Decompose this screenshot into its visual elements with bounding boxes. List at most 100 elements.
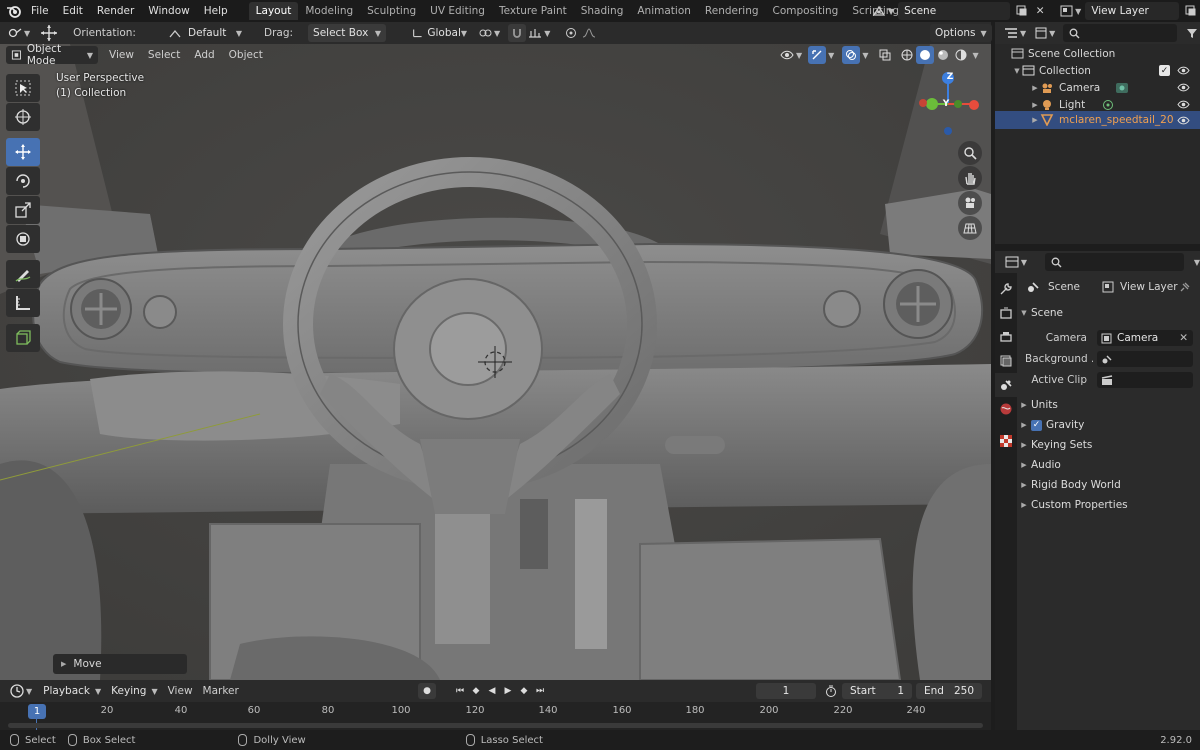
tab-tool[interactable]	[995, 277, 1017, 301]
editor-type-icon[interactable]	[6, 24, 24, 42]
properties-search-input[interactable]	[1045, 253, 1184, 271]
close-icon[interactable]: ✕	[1179, 332, 1188, 344]
pin-icon[interactable]	[1179, 282, 1190, 293]
measure-tool[interactable]	[6, 289, 40, 317]
tab-texture[interactable]	[995, 429, 1017, 453]
proportional-edit-icon[interactable]	[562, 24, 580, 42]
tab-animation[interactable]: Animation	[630, 2, 698, 20]
rotate-tool[interactable]	[6, 167, 40, 195]
add-cube-tool[interactable]	[6, 324, 40, 352]
active-clip-property-field[interactable]	[1097, 372, 1193, 388]
menu-add[interactable]: Add	[189, 49, 219, 61]
cursor-tool[interactable]	[6, 103, 40, 131]
xray-icon[interactable]	[876, 46, 894, 64]
scene-name-field[interactable]: Scene	[898, 2, 1011, 20]
rendered-shading-icon[interactable]	[952, 46, 970, 64]
move-tool[interactable]	[6, 138, 40, 166]
collection-checkbox[interactable]: ✓	[1159, 65, 1170, 76]
filter-icon[interactable]	[1183, 24, 1200, 42]
blender-logo-icon[interactable]	[2, 0, 24, 22]
copy-view-layer-icon[interactable]	[1182, 2, 1200, 20]
chevron-down-icon[interactable]: ▼	[1012, 67, 1022, 75]
options-dropdown[interactable]: Options ▼	[930, 24, 992, 42]
start-frame-field[interactable]: Start 1	[842, 683, 912, 699]
gravity-checkbox[interactable]: ✓	[1031, 419, 1042, 431]
scene-collection-row[interactable]: Scene Collection	[995, 45, 1200, 62]
copy-scene-icon[interactable]	[1013, 2, 1031, 20]
prev-keyframe-icon[interactable]: ◆	[468, 683, 484, 699]
gizmo-toggle-icon[interactable]	[808, 46, 827, 64]
tab-modeling[interactable]: Modeling	[298, 2, 360, 20]
solid-shading-icon[interactable]	[916, 46, 935, 64]
keying-sets-panel-header[interactable]: ▶ Keying Sets	[1017, 435, 1200, 455]
jump-start-icon[interactable]: ⏮	[452, 683, 468, 699]
end-frame-field[interactable]: End 250	[916, 683, 982, 699]
outliner-panel[interactable]: Scene Collection ▼ Collection ✓ ▶ Camera…	[995, 44, 1200, 244]
chevron-right-icon[interactable]: ▶	[1030, 116, 1040, 124]
playback-menu[interactable]: Playback ▼	[38, 682, 106, 700]
tab-render[interactable]	[995, 301, 1017, 325]
outliner-item-camera[interactable]: ▶ Camera	[995, 79, 1200, 96]
transform-tool[interactable]	[6, 225, 40, 253]
menu-select[interactable]: Select	[143, 49, 185, 61]
mode-dropdown[interactable]: Object Mode ▼	[6, 43, 98, 67]
gravity-panel-header[interactable]: ▶ ✓ Gravity	[1017, 415, 1200, 435]
properties-editor-icon[interactable]	[1003, 253, 1021, 271]
units-panel-header[interactable]: ▶ Units	[1017, 395, 1200, 415]
rigid-body-world-panel-header[interactable]: ▶ Rigid Body World	[1017, 475, 1200, 495]
next-keyframe-icon[interactable]: ◆	[516, 683, 532, 699]
drag-dropdown[interactable]: Select Box ▼	[308, 24, 387, 42]
pivot-icon[interactable]	[476, 24, 494, 42]
view-layer-field[interactable]: View Layer	[1085, 2, 1180, 20]
menu-file[interactable]: File	[24, 0, 56, 22]
menu-help[interactable]: Help	[197, 0, 235, 22]
menu-render[interactable]: Render	[90, 0, 141, 22]
tab-rendering[interactable]: Rendering	[698, 2, 766, 20]
jump-end-icon[interactable]: ⏭	[532, 683, 548, 699]
collection-row[interactable]: ▼ Collection ✓	[995, 62, 1200, 79]
transform-orientation-dropdown[interactable]: Global ▼	[406, 24, 472, 42]
timeline-view-menu[interactable]: View	[163, 685, 198, 697]
visibility-icon[interactable]	[778, 46, 796, 64]
3d-viewport[interactable]: User Perspective (1) Collection Z Y ▶ Mo…	[0, 44, 991, 680]
eye-icon[interactable]	[1177, 83, 1190, 92]
outliner-item-mclaren[interactable]: ▶ mclaren_speedtail_20	[995, 111, 1200, 129]
pan-view-button[interactable]	[958, 166, 982, 190]
overlays-icon[interactable]	[842, 46, 861, 64]
camera-view-button[interactable]	[958, 191, 982, 215]
custom-properties-panel-header[interactable]: ▶ Custom Properties	[1017, 495, 1200, 515]
outliner-editor-icon[interactable]	[1003, 24, 1020, 42]
menu-edit[interactable]: Edit	[56, 0, 90, 22]
material-shading-icon[interactable]	[934, 46, 952, 64]
tab-view-layer[interactable]	[995, 349, 1017, 373]
tab-layout[interactable]: Layout	[248, 2, 299, 20]
timeline-area[interactable]: 1 20 40 60 80 100 120 140 160 180 200 22…	[0, 702, 991, 730]
snap-target-icon[interactable]	[526, 24, 544, 42]
falloff-icon[interactable]	[580, 24, 598, 42]
wireframe-shading-icon[interactable]	[898, 46, 916, 64]
record-icon[interactable]: ●	[418, 683, 436, 699]
view-layer-icon[interactable]	[1057, 2, 1075, 20]
tab-texture-paint[interactable]: Texture Paint	[492, 2, 574, 20]
tab-shading[interactable]: Shading	[574, 2, 631, 20]
tab-scene[interactable]	[995, 373, 1017, 397]
play-reverse-icon[interactable]: ◀	[484, 683, 500, 699]
tab-compositing[interactable]: Compositing	[766, 2, 846, 20]
menu-view[interactable]: View	[104, 49, 139, 61]
camera-property-field[interactable]: Camera ✕	[1097, 330, 1193, 346]
last-operator-panel[interactable]: ▶ Move	[53, 654, 187, 674]
zoom-view-button[interactable]	[958, 141, 982, 165]
snap-icon[interactable]	[508, 24, 527, 42]
tab-sculpting[interactable]: Sculpting	[360, 2, 423, 20]
tab-world[interactable]	[995, 397, 1017, 421]
chevron-right-icon[interactable]: ▶	[1030, 101, 1040, 109]
perspective-toggle-button[interactable]	[958, 216, 982, 240]
display-mode-icon[interactable]	[1032, 24, 1049, 42]
select-box-tool[interactable]	[6, 74, 40, 102]
menu-window[interactable]: Window	[141, 0, 196, 22]
outliner-search-input[interactable]	[1063, 24, 1178, 42]
scene-panel-header[interactable]: ▼ Scene	[1017, 303, 1200, 323]
eye-icon[interactable]	[1177, 116, 1190, 125]
tab-uv-editing[interactable]: UV Editing	[423, 2, 492, 20]
timeline-marker-menu[interactable]: Marker	[198, 685, 244, 697]
